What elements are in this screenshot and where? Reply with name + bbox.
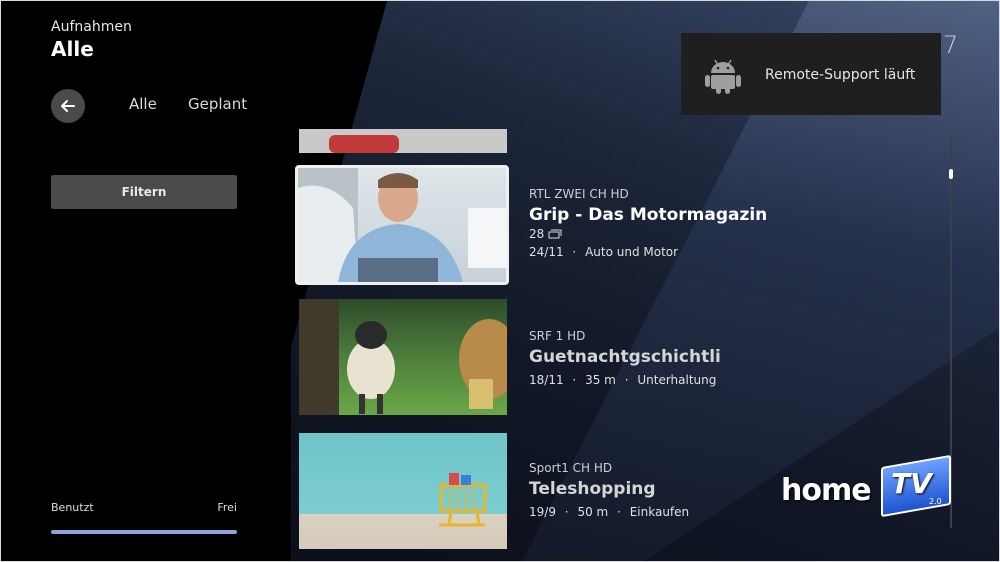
page-title: Alle (51, 37, 94, 61)
recording-item[interactable]: RTL ZWEI CH HD Grip - Das Motormagazin 2… (529, 187, 767, 259)
channel-name: RTL ZWEI CH HD (529, 187, 629, 201)
recording-title: Guetnachtgschichtli (529, 347, 721, 367)
storage-free-label: Frei (217, 501, 237, 514)
thumbnail-image (298, 168, 506, 282)
channel-name: SRF 1 HD (529, 329, 586, 343)
arrow-left-icon (61, 100, 75, 112)
recording-details: 18/11 · 35 m · Unterhaltung (529, 373, 717, 387)
tab-geplant[interactable]: Geplant (188, 95, 247, 113)
scrollbar-thumb[interactable] (949, 169, 953, 179)
recording-thumbnail[interactable] (299, 433, 507, 549)
thumbnail-image (299, 299, 507, 415)
recording-title: Grip - Das Motormagazin (529, 205, 768, 225)
storage-used-label: Benutzt (51, 501, 94, 514)
channel-name: Sport1 CH HD (529, 461, 613, 475)
recording-details: 19/9 · 50 m · Einkaufen (529, 505, 690, 519)
recording-thumbnail[interactable] (299, 299, 507, 415)
thumbnail-image (439, 473, 487, 527)
filter-button[interactable]: Filtern (51, 175, 237, 209)
recording-item[interactable]: Sport1 CH HD Teleshopping 19/9 · 50 m · … (529, 461, 689, 519)
remote-support-toast: Remote-Support läuft (681, 33, 941, 115)
storage-bar-fill (51, 530, 237, 534)
episode-count: 28 (529, 227, 767, 241)
storage-bar (51, 530, 237, 534)
back-button[interactable] (51, 89, 85, 123)
recording-thumbnail-previous[interactable] (299, 129, 507, 153)
recording-details: 24/11 · Auto und Motor (529, 245, 679, 259)
section-label: Aufnahmen (51, 19, 132, 35)
recording-item[interactable]: SRF 1 HD Guetnachtgschichtli 18/11 · 35 … (529, 329, 721, 387)
recording-thumbnail[interactable] (295, 165, 509, 285)
android-icon (705, 59, 741, 94)
hometv-logo: home TV 2.0 (781, 454, 951, 519)
episodes-icon (548, 229, 562, 239)
tv-screen: Aufnahmen Alle Alle Geplant Filtern Benu… (0, 0, 1000, 562)
toast-message: Remote-Support läuft (765, 67, 916, 83)
storage-indicator: Benutzt Frei (51, 501, 237, 534)
recording-title: Teleshopping (529, 479, 656, 499)
tab-alle[interactable]: Alle (129, 95, 157, 113)
sidebar-background (1, 1, 291, 561)
